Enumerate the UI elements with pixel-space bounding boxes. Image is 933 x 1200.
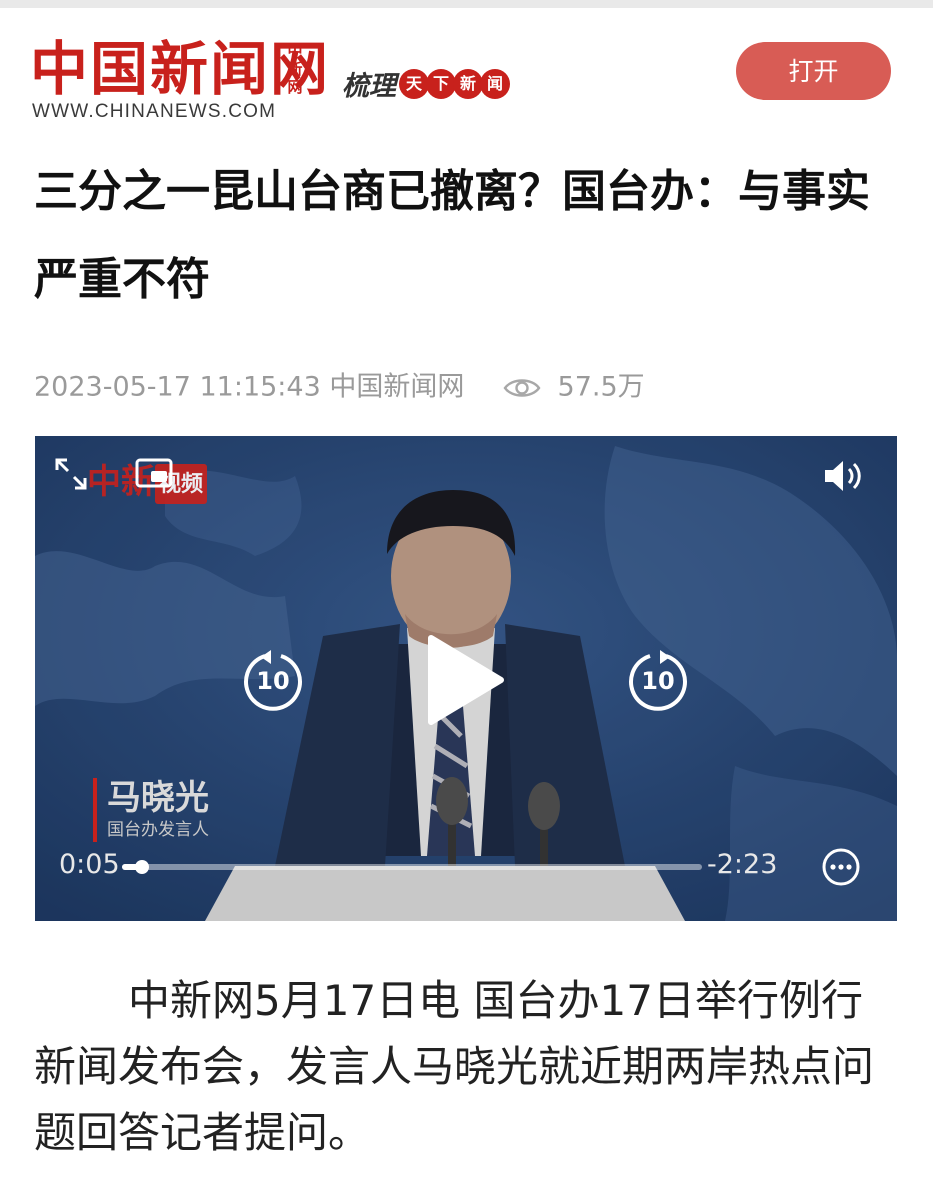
article-body: 中新网5月17日电 国台办17日举行例行新闻发布会，发言人马晓光就近期两岸热点问…: [34, 976, 875, 1157]
slogan-seal: 闻: [480, 68, 510, 99]
eye-icon: [503, 378, 541, 397]
site-logo[interactable]: 中国新闻网: [30, 38, 330, 100]
logo-short-char: 中: [287, 42, 303, 60]
picture-in-picture-icon[interactable]: [135, 458, 173, 488]
logo-short-char: 新: [287, 60, 303, 78]
volume-icon[interactable]: [821, 456, 865, 496]
slogan-seal: 新: [453, 68, 483, 99]
play-icon[interactable]: [423, 632, 507, 728]
open-app-button[interactable]: 打开: [736, 42, 891, 100]
current-time: 0:05: [59, 849, 120, 880]
slogan-text: 梳理: [342, 71, 396, 102]
speaker-name: 马晓光: [107, 778, 209, 818]
article-source: 中国新闻网: [329, 371, 465, 403]
slogan: 梳理天下新闻: [342, 64, 510, 104]
progress-bar[interactable]: [122, 860, 702, 874]
site-url: WWW.CHINANEWS.COM: [32, 101, 277, 122]
speaker-caption: 马晓光 国台办发言人: [93, 778, 209, 842]
top-divider: [0, 0, 933, 8]
more-options-icon[interactable]: [821, 847, 861, 887]
forward-10-label: 10: [641, 667, 675, 695]
rewind-10-button[interactable]: 10: [241, 648, 305, 712]
publish-datetime: 2023-05-17 11:15:43: [34, 371, 321, 403]
site-header: 中国新闻网 中 新 网 WWW.CHINANEWS.COM 梳理天下新闻 打开: [0, 8, 933, 128]
slogan-seal: 天: [399, 68, 429, 99]
remaining-time: -2:23: [707, 849, 778, 880]
speaker-role: 国台办发言人: [107, 820, 209, 840]
view-count: 57.5万: [557, 371, 645, 403]
slogan-seal: 下: [426, 68, 456, 99]
logo-short-char: 网: [287, 78, 303, 96]
article-title: 三分之一昆山台商已撤离？国台办：与事实严重不符: [34, 166, 870, 305]
expand-icon[interactable]: [53, 456, 89, 492]
video-player[interactable]: 中新 视频 10 10 马晓光 国台办发言人 0:05 -2:23: [35, 436, 897, 921]
article-meta: 2023-05-17 11:15:43 中国新闻网 57.5万: [34, 364, 645, 411]
site-logo-short: 中 新 网: [286, 42, 304, 96]
rewind-10-label: 10: [256, 667, 290, 695]
forward-10-button[interactable]: 10: [626, 648, 690, 712]
